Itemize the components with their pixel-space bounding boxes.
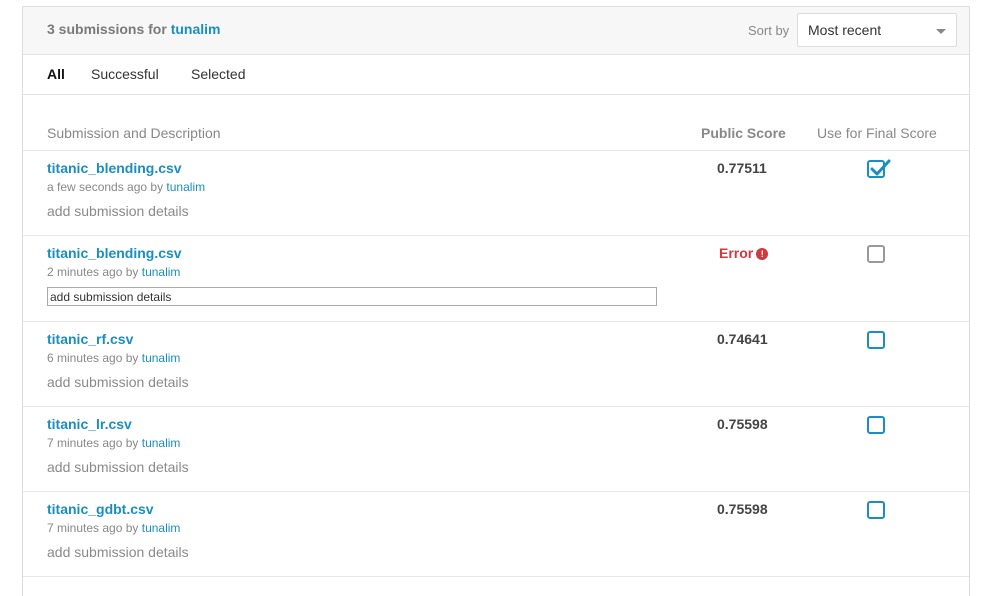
table-row: titanic_gdbt.csv 7 minutes ago by tunali…: [23, 491, 969, 577]
submissions-count-title: 3 submissions for tunalim: [47, 21, 220, 37]
table-row: titanic_blending.csv 2 minutes ago by tu…: [23, 235, 969, 322]
filter-tabs: All Successful Selected: [23, 54, 969, 95]
add-details-link[interactable]: add submission details: [47, 544, 189, 560]
submission-meta: 7 minutes ago by tunalim: [47, 436, 180, 450]
public-score: 0.75598: [717, 501, 768, 517]
add-details-link[interactable]: add submission details: [47, 459, 189, 475]
header-user-link[interactable]: tunalim: [171, 21, 221, 37]
submission-user-link[interactable]: tunalim: [142, 521, 181, 535]
submission-user-link[interactable]: tunalim: [142, 351, 181, 365]
table-row: titanic_lr.csv 7 minutes ago by tunalim …: [23, 406, 969, 492]
sort-label: Sort by: [748, 23, 790, 38]
public-score-error: Error!: [719, 245, 769, 261]
submission-time: a few seconds ago by: [47, 180, 164, 194]
submission-file-link[interactable]: titanic_lr.csv: [47, 416, 132, 432]
final-score-checkbox[interactable]: [867, 331, 885, 349]
submission-meta: 6 minutes ago by tunalim: [47, 351, 180, 365]
table-row: titanic_blending.csv a few seconds ago b…: [23, 150, 969, 236]
checkmark-icon: [870, 159, 891, 176]
info-icon[interactable]: !: [756, 248, 769, 260]
submission-user-link[interactable]: tunalim: [166, 180, 205, 194]
tab-selected[interactable]: Selected: [191, 66, 245, 82]
final-score-checkbox[interactable]: [867, 416, 885, 434]
column-header-final-score: Use for Final Score: [817, 125, 937, 141]
add-details-link[interactable]: add submission details: [47, 374, 189, 390]
submission-details-input[interactable]: [47, 287, 657, 306]
table-row: titanic_rf.csv 6 minutes ago by tunalim …: [23, 321, 969, 407]
final-score-checkbox[interactable]: [867, 245, 885, 263]
public-score: 0.74641: [717, 331, 768, 347]
sort-select-value: Most recent: [808, 22, 882, 38]
submission-time: 2 minutes ago by: [47, 265, 139, 279]
public-score: 0.75598: [717, 416, 768, 432]
table-header: Submission and Description Public Score …: [23, 95, 969, 151]
chevron-down-icon: [936, 29, 946, 34]
sort-select[interactable]: Most recent: [797, 13, 957, 47]
submission-user-link[interactable]: tunalim: [142, 436, 181, 450]
column-header-public-score[interactable]: Public Score: [701, 125, 786, 141]
submission-file-link[interactable]: titanic_blending.csv: [47, 245, 182, 261]
panel-header: 3 submissions for tunalim Sort by Most r…: [23, 7, 969, 55]
public-score: 0.77511: [717, 160, 767, 176]
submissions-panel: 3 submissions for tunalim Sort by Most r…: [22, 6, 970, 596]
submission-time: 7 minutes ago by: [47, 521, 139, 535]
submission-meta: a few seconds ago by tunalim: [47, 180, 205, 194]
submission-meta: 2 minutes ago by tunalim: [47, 265, 180, 279]
error-text: Error: [719, 245, 754, 261]
final-score-checkbox[interactable]: [867, 159, 891, 178]
submission-file-link[interactable]: titanic_rf.csv: [47, 331, 133, 347]
submission-meta: 7 minutes ago by tunalim: [47, 521, 180, 535]
submission-file-link[interactable]: titanic_blending.csv: [47, 160, 182, 176]
final-score-checkbox[interactable]: [867, 501, 885, 519]
tab-successful[interactable]: Successful: [91, 66, 159, 82]
submission-time: 6 minutes ago by: [47, 351, 139, 365]
add-details-link[interactable]: add submission details: [47, 203, 189, 219]
column-header-description: Submission and Description: [47, 125, 221, 141]
submission-user-link[interactable]: tunalim: [142, 265, 181, 279]
submissions-count-text: 3 submissions for: [47, 21, 167, 37]
submission-file-link[interactable]: titanic_gdbt.csv: [47, 501, 154, 517]
submission-time: 7 minutes ago by: [47, 436, 139, 450]
tab-all[interactable]: All: [47, 66, 65, 82]
